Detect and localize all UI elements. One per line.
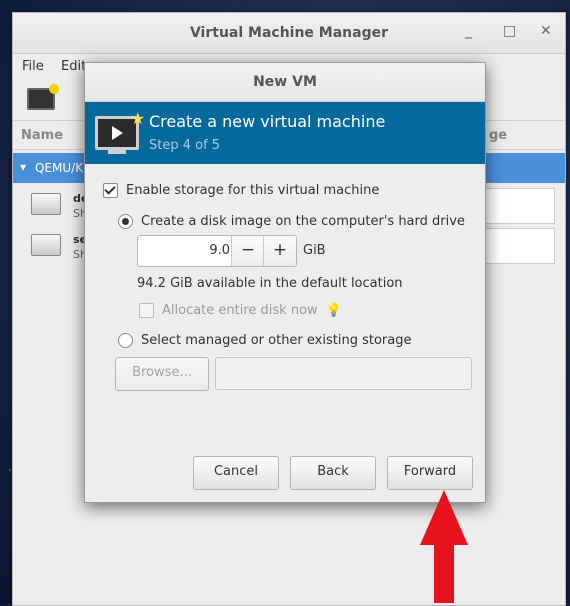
select-storage-label: Select managed or other existing storage [141,333,412,348]
radio-selected[interactable] [118,214,133,229]
browse-button[interactable]: Browse... [115,357,209,391]
expander-icon[interactable]: ▾ [20,160,26,174]
minimize-icon[interactable]: _ [465,23,472,39]
monitor-stand [108,150,126,154]
new-vm-icon[interactable] [27,84,59,110]
maximize-icon[interactable]: □ [503,23,516,39]
banner-title: Create a new virtual machine [149,112,386,131]
available-space-text: 94.2 GiB available in the default locati… [137,276,403,291]
menu-file[interactable]: File [22,59,44,74]
usage-graph [483,228,555,264]
play-icon [112,126,123,140]
dialog-title: New VM [253,74,317,90]
decrement-button[interactable]: − [231,236,264,266]
wizard-banner: ★ Create a new virtual machine Step 4 of… [85,102,485,164]
connection-label: QEMU/K [35,161,84,175]
size-unit: GiB [303,243,326,258]
enable-storage-checkbox[interactable]: Enable storage for this virtual machine [103,183,379,198]
checkbox-checked[interactable] [103,183,118,198]
up-arrow-annotation [420,490,468,603]
usage-graph [483,188,555,224]
increment-button[interactable]: + [263,236,296,266]
dialog-titlebar: New VM [85,63,485,102]
main-window-title: Virtual Machine Manager [189,25,389,41]
forward-button[interactable]: Forward [387,456,473,490]
disk-size-value[interactable]: 9.0 [138,243,230,258]
star-icon: ★ [130,109,145,128]
monitor-icon [31,193,61,215]
allocate-label: Allocate entire disk now [162,303,318,318]
step-indicator: Step 4 of 5 [149,138,221,153]
main-titlebar: Virtual Machine Manager _ □ ✕ [13,13,565,54]
select-storage-radio[interactable]: Select managed or other existing storage [118,333,411,348]
allocate-checkbox[interactable]: Allocate entire disk now 💡 [139,303,342,318]
menu-edit[interactable]: Edit [61,59,86,74]
create-disk-radio[interactable]: Create a disk image on the computer's ha… [118,214,465,229]
lightbulb-icon: 💡 [325,303,342,318]
virtual-machine-icon: ★ [95,109,145,154]
column-usage[interactable]: ge [489,128,507,143]
enable-storage-label: Enable storage for this virtual machine [126,183,380,198]
storage-path-field[interactable] [215,357,472,390]
radio-unselected[interactable] [118,333,133,348]
monitor-icon [31,234,61,256]
new-vm-dialog: New VM ★ Create a new virtual machine St… [84,62,486,503]
back-button[interactable]: Back [290,456,376,490]
column-name[interactable]: Name [21,128,63,143]
disk-size-spinner[interactable]: 9.0 − + [137,235,297,267]
checkbox-unchecked[interactable] [139,303,154,318]
create-disk-label: Create a disk image on the computer's ha… [141,214,465,229]
cancel-button[interactable]: Cancel [193,456,279,490]
close-icon[interactable]: ✕ [540,23,552,39]
